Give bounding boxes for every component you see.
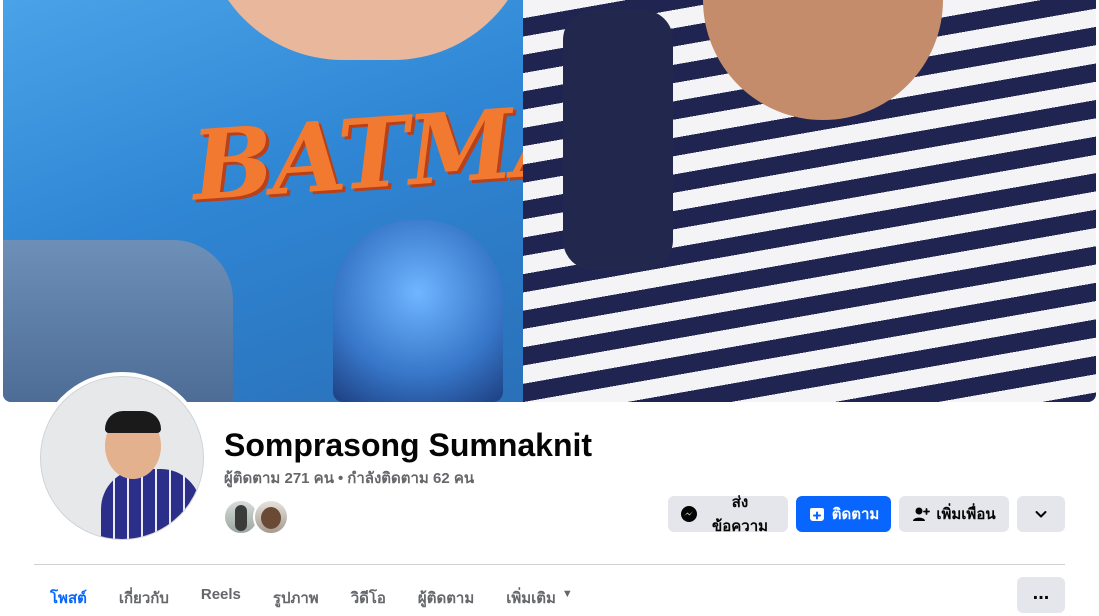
tab-more-label: เพิ่มเติม <box>506 590 556 607</box>
tab-reels-label: Reels <box>200 586 241 603</box>
profile-name: Somprasong Sumnaknit <box>224 427 593 463</box>
messenger-icon <box>680 505 698 523</box>
tab-about[interactable]: เกี่ยวกับ <box>103 580 185 616</box>
profile-tabs: โพสต์ เกี่ยวกับ Reels รูปภาพ วิดีโอ ผู้ต… <box>34 580 589 616</box>
add-friend-icon <box>912 505 931 523</box>
following-link[interactable]: กำลังติดตาม 62 คน <box>347 469 474 489</box>
tab-photos[interactable]: รูปภาพ <box>257 580 335 616</box>
tab-about-label: เกี่ยวกับ <box>118 590 169 607</box>
chevron-down-icon <box>1032 505 1050 523</box>
tab-posts-label: โพสต์ <box>50 590 87 607</box>
tab-photos-label: รูปภาพ <box>272 590 319 607</box>
tab-posts[interactable]: โพสต์ <box>34 580 103 616</box>
tab-followers[interactable]: ผู้ติดตาม <box>402 580 490 616</box>
cover-shirt-graphic <box>333 220 503 402</box>
more-actions-button[interactable] <box>1017 496 1065 532</box>
follow-button[interactable]: ติดตาม <box>796 496 891 532</box>
follow-icon <box>808 505 826 523</box>
ellipsis-icon: ... <box>1032 582 1050 604</box>
tabs-menu-button[interactable]: ... <box>1017 577 1065 613</box>
message-button-label: ส่งข้อความ <box>711 494 769 535</box>
profile-divider <box>34 564 1065 565</box>
cover-photo[interactable]: BATMA <box>3 0 1096 402</box>
cover-shirt-logo-graphic: BATMA <box>188 82 588 223</box>
tab-more[interactable]: เพิ่มเติม ▼ <box>490 580 589 616</box>
add-friend-button[interactable]: เพิ่มเพื่อน <box>899 496 1009 532</box>
friend-avatar[interactable] <box>253 499 289 535</box>
mutual-friends-avatars <box>223 499 289 535</box>
tab-followers-label: ผู้ติดตาม <box>417 590 475 607</box>
stats-separator: • <box>337 470 344 487</box>
cover-shoulder <box>563 10 673 270</box>
followers-link[interactable]: ผู้ติดตาม 271 คน <box>224 469 334 489</box>
avatar-shirt <box>101 469 201 539</box>
tab-reels[interactable]: Reels <box>185 580 257 616</box>
profile-stats: ผู้ติดตาม 271 คน • กำลังติดตาม 62 คน <box>224 469 474 489</box>
tab-videos-label: วิดีโอ <box>350 590 386 607</box>
message-button[interactable]: ส่งข้อความ <box>668 494 788 535</box>
profile-picture-ring <box>36 372 208 544</box>
caret-down-icon: ▼ <box>561 588 573 600</box>
avatar-hair <box>105 411 161 433</box>
follow-button-label: ติดตาม <box>831 506 880 523</box>
add-friend-button-label: เพิ่มเพื่อน <box>936 506 996 523</box>
profile-picture[interactable] <box>40 376 204 540</box>
tab-videos[interactable]: วิดีโอ <box>335 580 402 616</box>
